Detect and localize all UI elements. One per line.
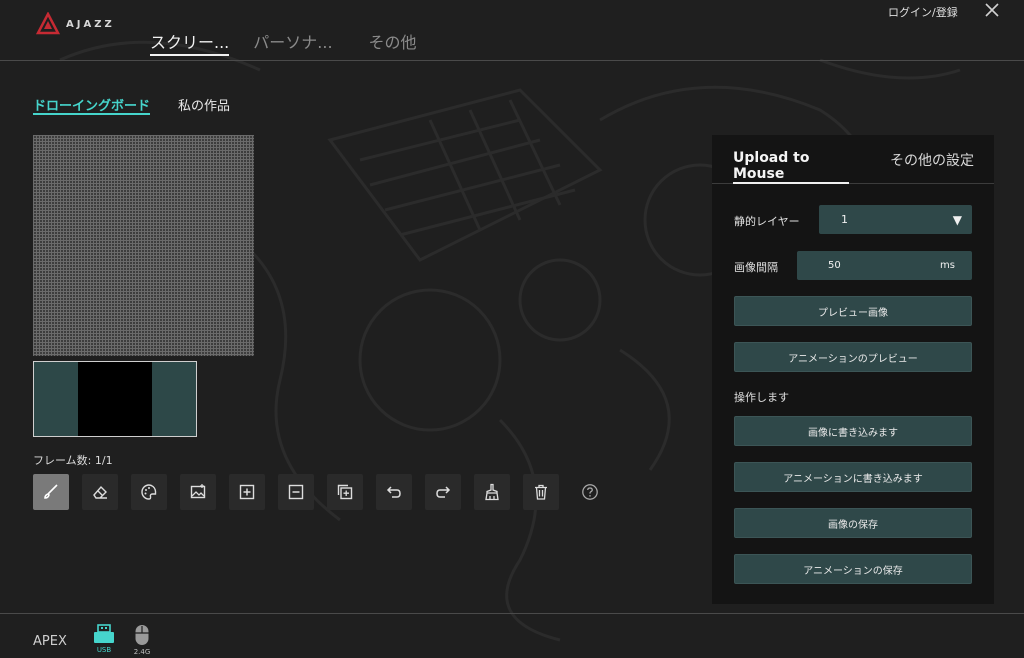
tab-personalize[interactable]: パーソナ... xyxy=(253,32,332,54)
upload-panel: Upload to Mouse その他の設定 静的レイヤー 1 ▼ 画像間隔 5… xyxy=(712,135,994,604)
preview-animation-button[interactable]: アニメーションのプレビュー xyxy=(734,342,972,372)
add-frame-icon xyxy=(239,484,255,500)
delete-button[interactable] xyxy=(523,474,559,510)
image-interval-input[interactable]: 50 ms xyxy=(797,251,972,280)
static-layer-label: 静的レイヤー xyxy=(734,215,800,228)
operate-label: 操作します xyxy=(734,391,789,404)
duplicate-frame-button[interactable] xyxy=(327,474,363,510)
help-icon xyxy=(582,484,598,500)
tab-upload-to-mouse[interactable]: Upload to Mouse xyxy=(733,150,849,184)
frame-thumbnail[interactable] xyxy=(33,361,197,437)
main-tabs: スクリー... パーソナ... その他 xyxy=(150,32,441,56)
save-animation-button[interactable]: アニメーションの保存 xyxy=(734,554,972,584)
ajazz-logo-icon xyxy=(36,12,60,35)
remove-frame-icon xyxy=(288,484,304,500)
sub-tabs: ドローイングボード 私の作品 xyxy=(33,95,230,115)
app-logo: AJAZZ xyxy=(36,12,115,36)
remove-frame-button[interactable] xyxy=(278,474,314,510)
static-layer-value: 1 xyxy=(841,213,848,226)
tab-other-settings[interactable]: その他の設定 xyxy=(890,150,974,184)
tab-screen[interactable]: スクリー... xyxy=(150,32,230,56)
import-image-button[interactable] xyxy=(180,474,216,510)
frame-thumbnail-screen xyxy=(78,362,152,436)
save-image-button[interactable]: 画像の保存 xyxy=(734,508,972,538)
login-register-link[interactable]: ログイン/登録 xyxy=(888,4,958,20)
brush-button[interactable] xyxy=(33,474,69,510)
static-layer-select[interactable]: 1 ▼ xyxy=(819,205,972,234)
eraser-button[interactable] xyxy=(82,474,118,510)
duplicate-frame-icon xyxy=(337,484,353,500)
undo-icon xyxy=(386,486,401,498)
write-image-button[interactable]: 画像に書き込みます xyxy=(734,416,972,446)
redo-button[interactable] xyxy=(425,474,461,510)
panel-tabs: Upload to Mouse その他の設定 xyxy=(712,135,994,184)
wireless-label: 2.4G xyxy=(133,648,151,656)
brush-icon xyxy=(44,484,58,499)
usb-label: USB xyxy=(96,646,112,654)
help-button[interactable] xyxy=(580,482,600,502)
tab-my-works[interactable]: 私の作品 xyxy=(178,95,230,115)
header-divider xyxy=(0,60,1024,61)
eraser-icon xyxy=(93,485,107,499)
undo-button[interactable] xyxy=(376,474,412,510)
redo-icon xyxy=(436,486,451,498)
drawing-toolbar xyxy=(33,474,600,510)
palette-button[interactable] xyxy=(131,474,167,510)
device-name: APEX xyxy=(33,634,67,649)
drawing-canvas[interactable] xyxy=(33,135,254,356)
image-icon xyxy=(190,484,206,499)
palette-icon xyxy=(141,484,157,500)
footer-divider xyxy=(0,613,1024,614)
clear-icon xyxy=(485,483,499,501)
tab-drawing-board[interactable]: ドローイングボード xyxy=(33,95,151,115)
dropdown-arrow-icon: ▼ xyxy=(952,212,962,227)
write-animation-button[interactable]: アニメーションに書き込みます xyxy=(734,462,972,492)
add-frame-button[interactable] xyxy=(229,474,265,510)
usb-icon xyxy=(94,624,114,643)
preview-image-button[interactable]: プレビュー画像 xyxy=(734,296,972,326)
interval-label: 画像間隔 xyxy=(734,261,778,274)
usb-connection[interactable]: USB xyxy=(93,624,115,654)
interval-value: 50 xyxy=(828,260,841,271)
mouse-icon xyxy=(135,625,149,645)
wireless-connection[interactable]: 2.4G xyxy=(131,624,153,656)
tab-other[interactable]: その他 xyxy=(369,32,417,54)
clear-canvas-button[interactable] xyxy=(474,474,510,510)
trash-icon xyxy=(535,484,547,500)
logo-text: AJAZZ xyxy=(66,18,115,30)
interval-unit: ms xyxy=(940,260,955,271)
close-icon[interactable] xyxy=(984,2,1000,18)
frame-count: フレーム数: 1/1 xyxy=(33,454,113,467)
